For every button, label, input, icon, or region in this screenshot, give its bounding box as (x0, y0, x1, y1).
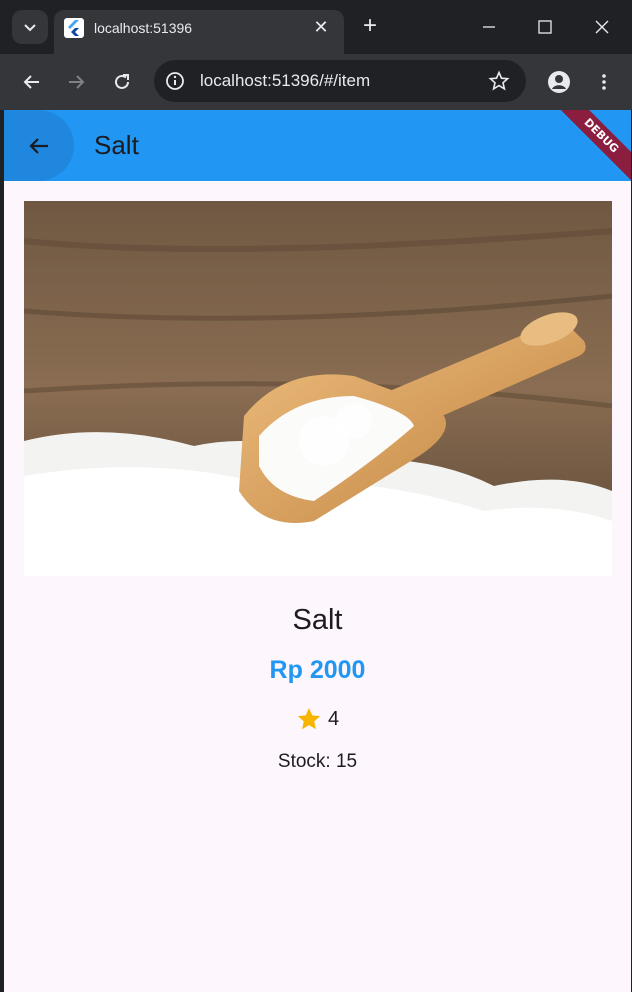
maximize-icon (538, 20, 552, 34)
arrow-right-icon (69, 75, 85, 89)
bookmark-star-icon[interactable] (488, 70, 510, 92)
reload-icon (115, 74, 129, 89)
back-button[interactable] (4, 110, 74, 181)
profile-button[interactable] (543, 66, 575, 98)
new-tab-button[interactable]: + (356, 12, 384, 40)
app-page: Salt DEBUG Salt Rp 2000 4 Stock: 15 (4, 110, 631, 992)
browser-toolbar: localhost:51396/#/item (0, 54, 632, 110)
item-price: Rp 2000 (269, 656, 366, 684)
more-vert-icon (602, 74, 606, 90)
browser-tab[interactable]: localhost:51396 ✕ (54, 10, 344, 54)
minimize-icon (483, 26, 495, 28)
menu-button[interactable] (588, 66, 620, 98)
debug-banner: DEBUG (551, 110, 631, 186)
stock-count: Stock: 15 (277, 751, 358, 772)
tab-search-button[interactable] (12, 10, 48, 44)
forward-nav-button[interactable] (60, 66, 92, 98)
info-icon[interactable] (164, 70, 186, 92)
item-name: Salt (292, 604, 343, 636)
browser-tab-strip: localhost:51396 ✕ + (0, 0, 632, 54)
maximize-button[interactable] (530, 12, 560, 42)
tab-title: localhost:51396 (94, 20, 193, 36)
reload-button[interactable] (106, 66, 138, 98)
arrow-back-icon (29, 137, 48, 154)
close-tab-icon[interactable]: ✕ (310, 16, 332, 38)
url-text[interactable]: localhost:51396/#/item (200, 71, 370, 91)
profile-icon (548, 71, 570, 93)
close-icon (595, 20, 609, 34)
app-bar: Salt DEBUG (4, 110, 631, 186)
minimize-button[interactable] (474, 12, 504, 42)
page-title: Salt (94, 130, 139, 160)
chevron-down-icon (24, 24, 36, 32)
address-bar[interactable]: localhost:51396/#/item (154, 60, 526, 102)
rating-row: 4 (4, 706, 631, 732)
back-nav-button[interactable] (16, 66, 48, 98)
rating-value: 4 (327, 707, 340, 730)
salt-scoop-photo (24, 201, 612, 576)
arrow-left-icon (23, 75, 39, 89)
close-window-button[interactable] (587, 12, 617, 42)
flutter-icon (64, 18, 84, 38)
star-icon (297, 707, 321, 730)
